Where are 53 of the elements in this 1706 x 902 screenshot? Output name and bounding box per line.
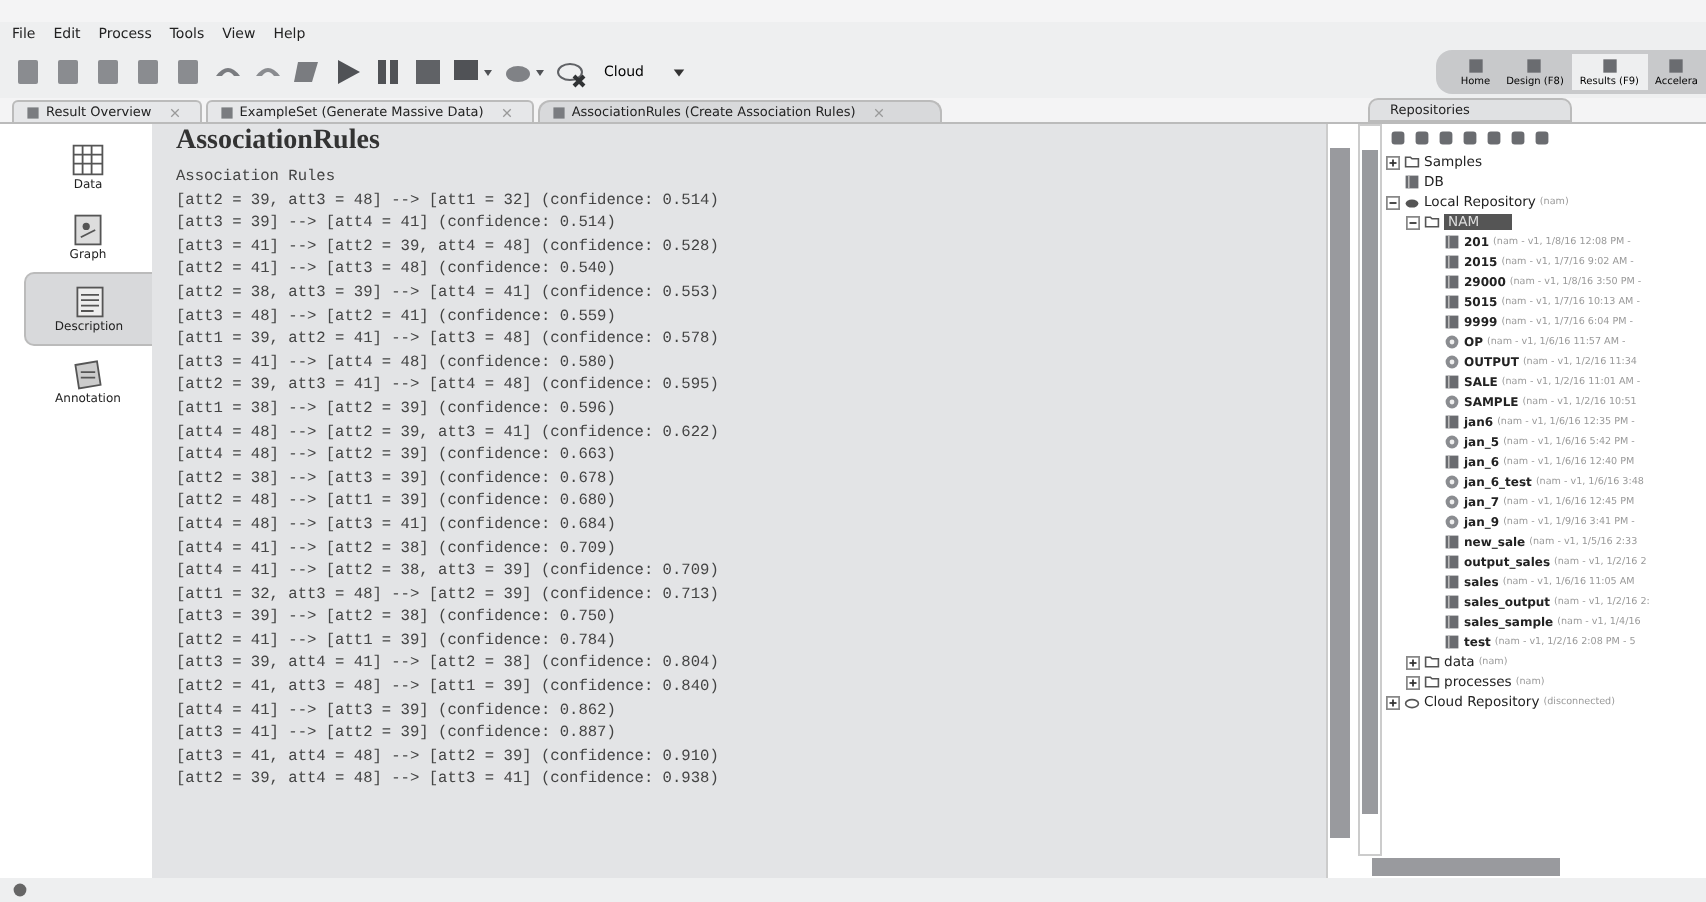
expand-icon[interactable] xyxy=(1406,655,1420,669)
repository-icon xyxy=(1404,194,1420,210)
collapse-icon[interactable] xyxy=(1406,215,1420,229)
table-icon xyxy=(1444,574,1460,590)
step-icon[interactable] xyxy=(292,56,324,88)
collapse-icon[interactable] xyxy=(1386,195,1400,209)
tab-icon xyxy=(551,105,566,119)
expand-icon[interactable] xyxy=(1386,155,1400,169)
file-icon[interactable] xyxy=(132,56,164,88)
tab-icon xyxy=(219,105,234,119)
chart-icon xyxy=(70,212,106,248)
file-icon[interactable] xyxy=(12,56,44,88)
file-icon[interactable] xyxy=(92,56,124,88)
scrollbar[interactable] xyxy=(1326,124,1352,878)
table-icon xyxy=(1444,314,1460,330)
document-icon xyxy=(71,284,107,320)
perspective-icon xyxy=(1666,56,1687,76)
file-icon[interactable] xyxy=(172,56,204,88)
stop-icon[interactable] xyxy=(412,56,444,88)
caret-icon xyxy=(672,65,686,79)
process-icon xyxy=(1444,434,1460,450)
folder-icon xyxy=(1404,154,1420,170)
perspective-icon xyxy=(1599,56,1620,76)
note-icon xyxy=(70,356,106,392)
tab-icon xyxy=(26,105,40,119)
table-icon xyxy=(1444,454,1460,470)
scrollbar[interactable] xyxy=(1358,124,1382,856)
table-icon xyxy=(1444,274,1460,290)
folder-icon xyxy=(1424,214,1440,230)
table-icon xyxy=(1444,234,1460,250)
table-icon xyxy=(1444,294,1460,310)
table-icon xyxy=(1444,614,1460,630)
table-icon xyxy=(1444,594,1460,610)
table-icon xyxy=(1444,534,1460,550)
grid-icon xyxy=(70,142,106,178)
scrollbar[interactable] xyxy=(1352,856,1706,878)
file-icon[interactable] xyxy=(52,56,84,88)
table-icon xyxy=(1444,554,1460,570)
process-icon xyxy=(1444,394,1460,410)
cloud-icon xyxy=(1404,694,1420,710)
table-icon xyxy=(1444,634,1460,650)
table-icon xyxy=(1444,254,1460,270)
table-icon xyxy=(1444,414,1460,430)
table-icon xyxy=(1404,174,1420,190)
play-icon[interactable] xyxy=(332,56,364,88)
result-title: AssociationRules xyxy=(176,124,382,160)
pause-icon[interactable] xyxy=(372,56,404,88)
expand-icon[interactable] xyxy=(1406,675,1420,689)
perspective-icon xyxy=(1524,56,1545,76)
status-icon xyxy=(12,882,28,898)
table-icon xyxy=(1444,374,1460,390)
perspective-icon xyxy=(1465,56,1486,76)
expand-icon[interactable] xyxy=(1386,695,1400,709)
